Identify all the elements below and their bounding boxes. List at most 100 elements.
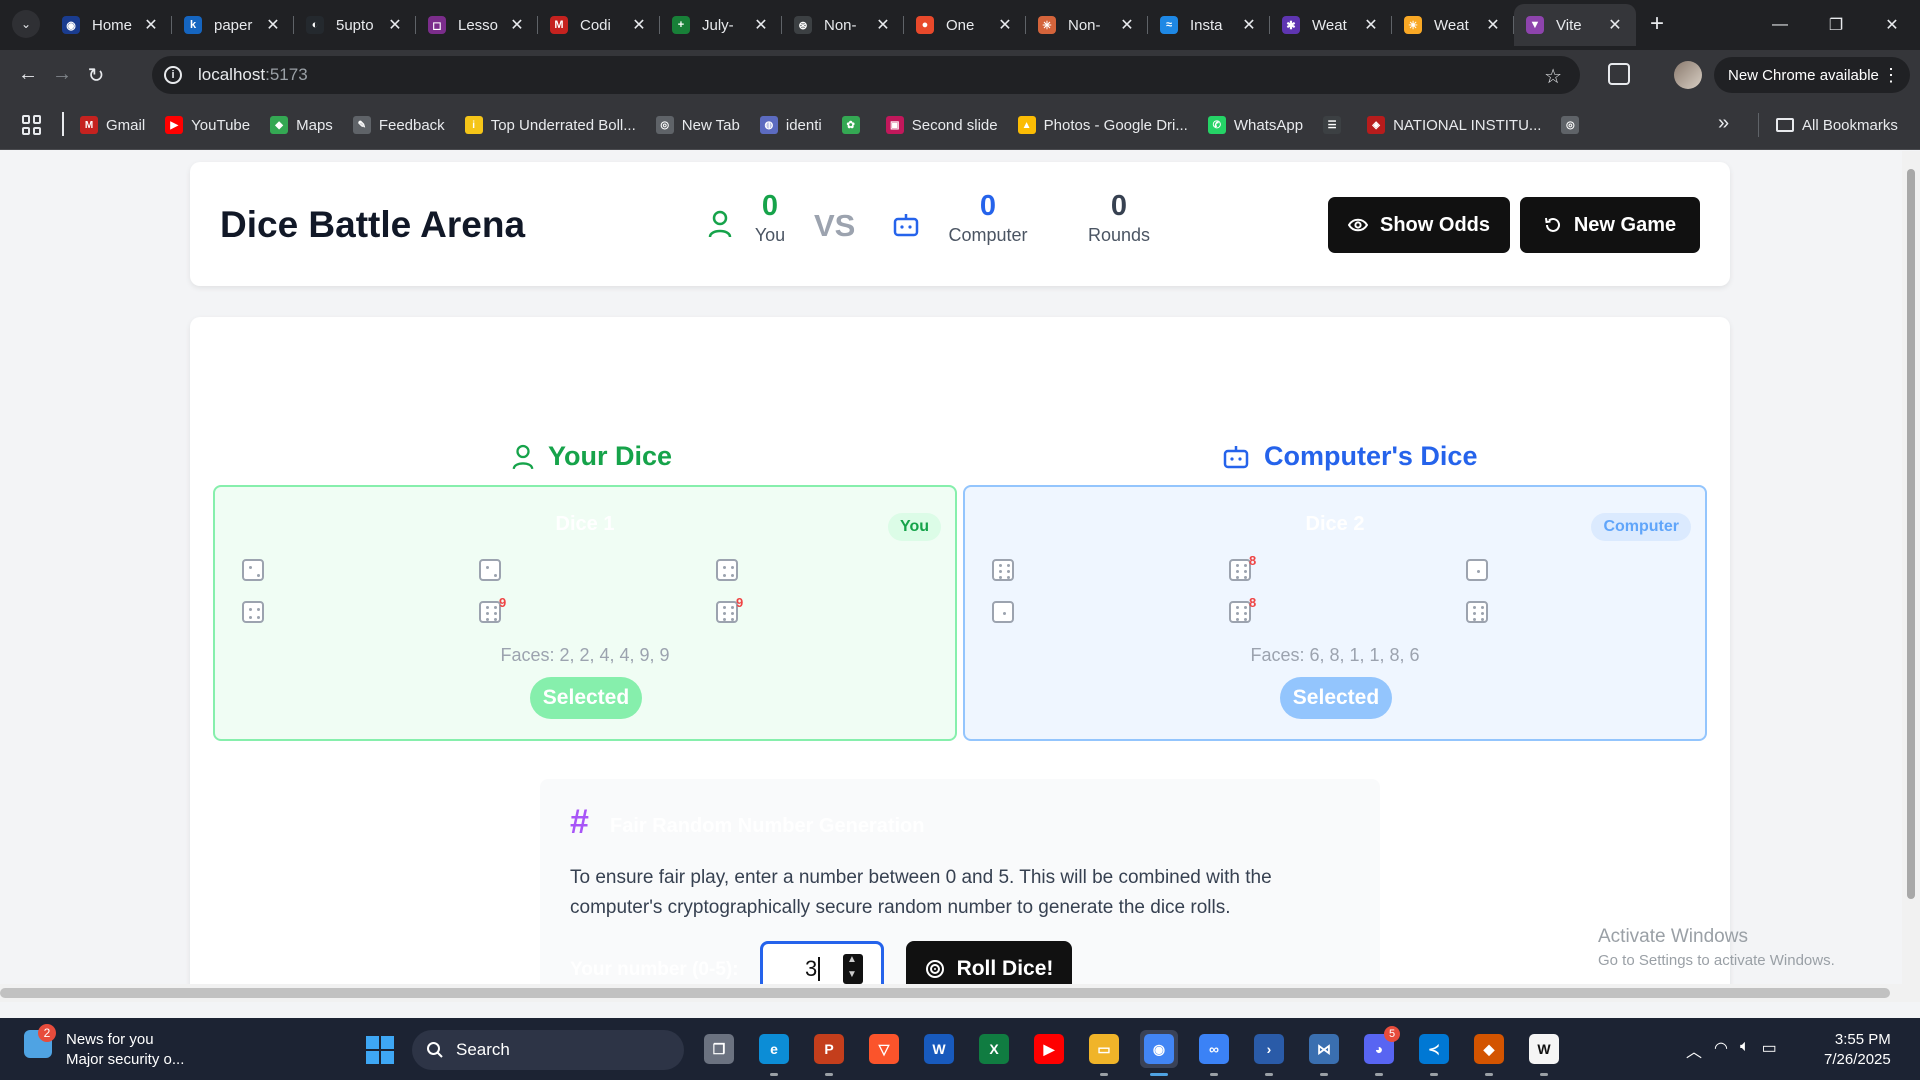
tab-close-icon[interactable]: ✕ bbox=[508, 15, 526, 35]
tab-close-icon[interactable]: ✕ bbox=[142, 15, 160, 35]
browser-tab[interactable]: + July- ✕ bbox=[660, 4, 782, 46]
restore-icon[interactable]: ❐ bbox=[1808, 0, 1864, 50]
rng-input-label: Your number (0-5): bbox=[570, 959, 739, 980]
powerpoint-taskbar-button[interactable]: P bbox=[810, 1030, 848, 1076]
bookmark-favicon-icon: ✎ bbox=[352, 116, 371, 134]
bookmark-item[interactable]: ◆ Maps bbox=[270, 116, 333, 134]
bookmark-item[interactable]: i Top Underrated Boll... bbox=[464, 116, 636, 134]
back-icon[interactable]: ← bbox=[16, 63, 40, 86]
news-widget[interactable]: 2 News for you Major security o... bbox=[24, 1024, 184, 1070]
tab-close-icon[interactable]: ✕ bbox=[386, 15, 404, 35]
browser-tab[interactable]: k paper ✕ bbox=[172, 4, 294, 46]
bookmark-item[interactable]: ✿ bbox=[841, 116, 868, 134]
show-odds-button[interactable]: Show Odds bbox=[1328, 197, 1510, 253]
tab-close-icon[interactable]: ✕ bbox=[1606, 15, 1624, 35]
tab-close-icon[interactable]: ✕ bbox=[1240, 15, 1258, 35]
bookmark-star-icon[interactable]: ☆ bbox=[1544, 64, 1562, 89]
bookmark-item[interactable]: ◎ bbox=[1561, 116, 1587, 134]
browser-tab[interactable]: ✱ Weat ✕ bbox=[1270, 4, 1392, 46]
vertical-scrollbar[interactable] bbox=[1902, 151, 1920, 1002]
tab-close-icon[interactable]: ✕ bbox=[1362, 15, 1380, 35]
file-explorer-taskbar-button[interactable]: ▭ bbox=[1085, 1030, 1123, 1076]
vertical-scroll-thumb[interactable] bbox=[1907, 169, 1915, 899]
brave-taskbar-button[interactable]: ▽ bbox=[865, 1030, 903, 1068]
new-tab-icon[interactable]: + bbox=[1650, 10, 1664, 38]
copilot-taskbar-button[interactable]: ∞ bbox=[1195, 1030, 1233, 1076]
close-window-icon[interactable]: ✕ bbox=[1864, 0, 1920, 50]
number-spinner[interactable] bbox=[843, 954, 863, 984]
bookmark-item[interactable]: ✆ WhatsApp bbox=[1207, 116, 1303, 134]
tab-close-icon[interactable]: ✕ bbox=[996, 15, 1014, 35]
site-info-icon[interactable]: i bbox=[164, 66, 182, 84]
bookmark-item[interactable]: ▶ YouTube bbox=[165, 116, 250, 134]
bookmark-item[interactable]: ◈ NATIONAL INSTITU... bbox=[1367, 116, 1541, 134]
horizontal-scroll-thumb[interactable] bbox=[0, 988, 1890, 998]
taskbar-clock[interactable]: 3:55 PM 7/26/2025 bbox=[1824, 1030, 1891, 1070]
task-view-taskbar-button[interactable]: ❐ bbox=[700, 1030, 738, 1068]
tab-search-icon[interactable]: ⌄ bbox=[12, 10, 40, 38]
excel-taskbar-button[interactable]: X bbox=[975, 1030, 1013, 1068]
browser-tab[interactable]: ☀ Weat ✕ bbox=[1392, 4, 1514, 46]
more-bookmarks-icon[interactable]: » bbox=[1718, 112, 1729, 135]
browser-tab[interactable]: ◐ 5upto ✕ bbox=[294, 4, 416, 46]
address-bar[interactable]: i localhost:5173 ☆ bbox=[152, 56, 1580, 94]
bookmark-item[interactable]: ☰ bbox=[1323, 116, 1349, 134]
chrome-taskbar-button[interactable]: ◉ bbox=[1140, 1030, 1178, 1076]
bookmark-item[interactable]: ▲ Photos - Google Dri... bbox=[1017, 116, 1188, 134]
start-button[interactable] bbox=[366, 1036, 394, 1064]
browser-tab[interactable]: ⊛ Non- ✕ bbox=[782, 4, 904, 46]
bookmark-item[interactable]: M Gmail bbox=[80, 116, 145, 134]
tab-close-icon[interactable]: ✕ bbox=[874, 15, 892, 35]
new-chrome-available-button[interactable]: New Chrome available ⋮ bbox=[1714, 57, 1910, 93]
taskbar-search[interactable]: Search bbox=[412, 1030, 684, 1070]
tab-close-icon[interactable]: ✕ bbox=[630, 15, 648, 35]
browser-tab[interactable]: ● One ✕ bbox=[904, 4, 1026, 46]
browser-tab[interactable]: ✳ Non- ✕ bbox=[1026, 4, 1148, 46]
tray-chevron-icon[interactable]: ︿ bbox=[1686, 1038, 1702, 1062]
tab-close-icon[interactable]: ✕ bbox=[1484, 15, 1502, 35]
discord-badge: 5 bbox=[1384, 1026, 1400, 1042]
tab-close-icon[interactable]: ✕ bbox=[1118, 15, 1136, 35]
powershell-taskbar-button[interactable]: › bbox=[1250, 1030, 1288, 1076]
browser-tab[interactable]: ◻ Lesso ✕ bbox=[416, 4, 538, 46]
rng-title: Fair Random Number Generation bbox=[610, 815, 925, 837]
browser-tab[interactable]: ▼ Vite ✕ bbox=[1514, 4, 1636, 46]
menu-dots-icon[interactable]: ⋮ bbox=[1882, 65, 1900, 86]
bookmark-item[interactable]: ✎ Feedback bbox=[352, 116, 445, 134]
profile-avatar[interactable] bbox=[1674, 61, 1702, 89]
computer-score: 0 Computer bbox=[928, 190, 1048, 246]
extensions-icon[interactable] bbox=[1608, 63, 1630, 85]
tab-close-icon[interactable]: ✕ bbox=[752, 15, 770, 35]
youtube-icon: ▶ bbox=[1034, 1034, 1064, 1064]
tab-close-icon[interactable]: ✕ bbox=[264, 15, 282, 35]
bookmark-item[interactable]: ◍ identi bbox=[759, 116, 822, 134]
youtube-taskbar-button[interactable]: ▶ bbox=[1030, 1030, 1068, 1068]
apps-grid-icon[interactable] bbox=[22, 115, 42, 135]
browser-toolbar: ← → ↻ i localhost:5173 ☆ New Chrome avai… bbox=[0, 50, 1920, 100]
discord-taskbar-button[interactable]: ◕ 5 bbox=[1360, 1026, 1400, 1076]
vscode-taskbar-button[interactable]: ≺ bbox=[1415, 1030, 1453, 1076]
volume-icon[interactable]: 🔈︎ bbox=[1740, 1038, 1750, 1062]
browser-tab[interactable]: ◉ Home ✕ bbox=[50, 4, 172, 46]
notion-like-taskbar-button[interactable]: W bbox=[1525, 1030, 1563, 1076]
horizontal-scrollbar[interactable] bbox=[0, 984, 1902, 1002]
minimize-icon[interactable]: — bbox=[1752, 0, 1808, 50]
reload-icon[interactable]: ↻ bbox=[84, 63, 108, 88]
browser-tab[interactable]: M Codi ✕ bbox=[538, 4, 660, 46]
player-dice-card[interactable]: Dice 1 You 99 Faces: 2, 2, 4, 4, 9, 9 Se… bbox=[213, 485, 957, 741]
forward-icon[interactable]: → bbox=[50, 63, 74, 86]
word-taskbar-button[interactable]: W bbox=[920, 1030, 958, 1068]
bookmark-item[interactable]: ◎ New Tab bbox=[655, 116, 740, 134]
new-game-button[interactable]: New Game bbox=[1520, 197, 1700, 253]
browser-tab[interactable]: ≈ Insta ✕ bbox=[1148, 4, 1270, 46]
edge-taskbar-button[interactable]: e bbox=[755, 1030, 793, 1076]
rounds-counter: 0 Rounds bbox=[1084, 190, 1154, 246]
computer-dice-card[interactable]: Dice 2 Computer 88 Faces: 6, 8, 1, 1, 8,… bbox=[963, 485, 1707, 741]
vs-community-taskbar-button[interactable]: ⋈ bbox=[1305, 1030, 1343, 1076]
battery-icon[interactable]: ▭ bbox=[1762, 1038, 1777, 1062]
all-bookmarks-button[interactable]: All Bookmarks bbox=[1776, 100, 1898, 150]
wifi-icon[interactable]: ◠ bbox=[1714, 1038, 1728, 1062]
bookmark-item[interactable]: ▣ Second slide bbox=[885, 116, 998, 134]
office-taskbar-button[interactable]: ◆ bbox=[1470, 1030, 1508, 1076]
search-icon bbox=[427, 1042, 443, 1058]
